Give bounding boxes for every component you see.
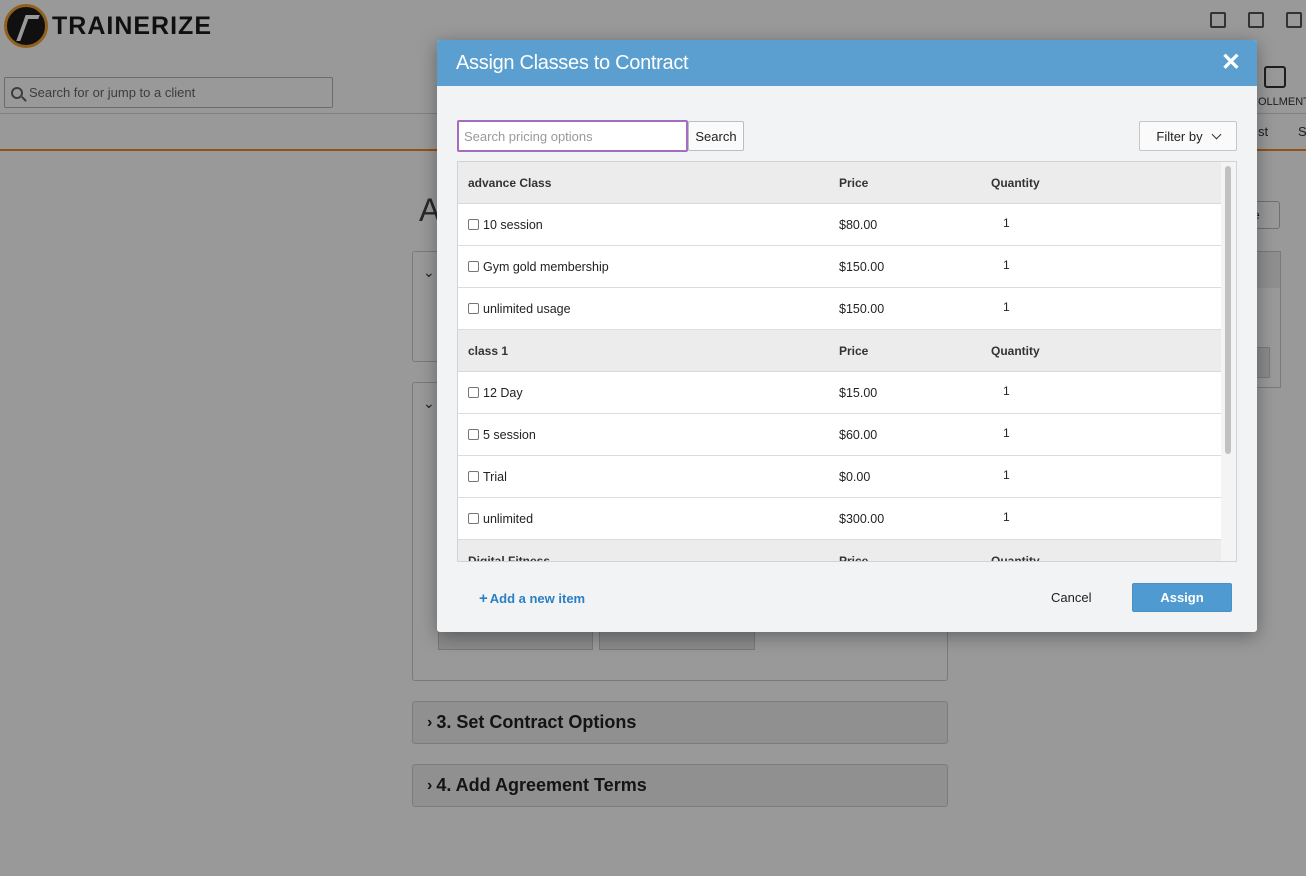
pricing-options-list: advance Class Price Quantity 10 session … [458,162,1222,562]
item-price: $150.00 [839,259,885,274]
scrollbar-thumb[interactable] [1225,166,1231,454]
select-checkbox[interactable] [468,429,479,440]
table-row: Gym gold membership $150.00 1 [458,246,1222,288]
group-name: class 1 [468,343,509,358]
item-name: unlimited usage [483,301,571,316]
modal-toolbar: Search Filter by [457,120,1237,152]
select-checkbox[interactable] [468,513,479,524]
item-quantity: 1 [1003,425,1010,440]
item-name: Gym gold membership [483,259,609,274]
group-name: Digital Fitness [468,553,551,562]
group-name: advance Class [468,175,552,190]
price-header: Price [839,175,869,190]
filter-by-button[interactable]: Filter by [1139,121,1237,151]
modal-title: Assign Classes to Contract [456,51,689,74]
select-checkbox[interactable] [468,387,479,398]
item-price: $150.00 [839,301,885,316]
item-price: $15.00 [839,385,878,400]
chevron-down-icon [1211,129,1222,139]
item-quantity: 1 [1003,215,1010,230]
table-scrollbar[interactable] [1221,162,1236,561]
item-quantity: 1 [1003,509,1010,524]
item-name: 5 session [483,427,536,442]
item-quantity: 1 [1003,467,1010,482]
select-checkbox[interactable] [468,219,479,230]
item-name: 10 session [483,217,543,232]
table-row: Trial $0.00 1 [458,456,1222,498]
pricing-options-table[interactable]: advance Class Price Quantity 10 session … [457,161,1237,562]
price-header: Price [839,553,869,562]
item-price: $60.00 [839,427,878,442]
table-row: 12 Day $15.00 1 [458,372,1222,414]
assign-button[interactable]: Assign [1132,583,1232,612]
assign-classes-modal: Assign Classes to Contract ✕ Search Filt… [437,40,1257,632]
table-row: unlimited $300.00 1 [458,498,1222,540]
group-header: advance Class Price Quantity [458,162,1222,204]
select-checkbox[interactable] [468,303,479,314]
add-new-item-label: Add a new item [489,591,586,606]
item-name: unlimited [483,511,534,526]
filter-by-label: Filter by [1156,128,1203,144]
item-name: Trial [483,469,507,484]
select-checkbox[interactable] [468,261,479,272]
group-header: class 1 Price Quantity [458,330,1222,372]
modal-header: Assign Classes to Contract ✕ [437,40,1257,86]
item-price: $80.00 [839,217,878,232]
item-quantity: 1 [1003,257,1010,272]
quantity-header: Quantity [991,553,1040,562]
table-row: 5 session $60.00 1 [458,414,1222,456]
plus-icon: + [479,590,488,607]
search-button[interactable]: Search [688,121,744,151]
item-price: $300.00 [839,511,885,526]
quantity-header: Quantity [991,175,1040,190]
item-price: $0.00 [839,469,871,484]
group-header: Digital Fitness Price Quantity [458,540,1222,562]
cancel-button[interactable]: Cancel [1051,590,1091,605]
price-header: Price [839,343,869,358]
item-quantity: 1 [1003,299,1010,314]
pricing-search-input[interactable] [457,120,688,152]
item-name: 12 Day [483,385,523,400]
item-quantity: 1 [1003,383,1010,398]
table-row: 10 session $80.00 1 [458,204,1222,246]
add-new-item-link[interactable]: + Add a new item [479,590,585,607]
select-checkbox[interactable] [468,471,479,482]
table-row: unlimited usage $150.00 1 [458,288,1222,330]
quantity-header: Quantity [991,343,1040,358]
close-icon[interactable]: ✕ [1221,51,1241,75]
